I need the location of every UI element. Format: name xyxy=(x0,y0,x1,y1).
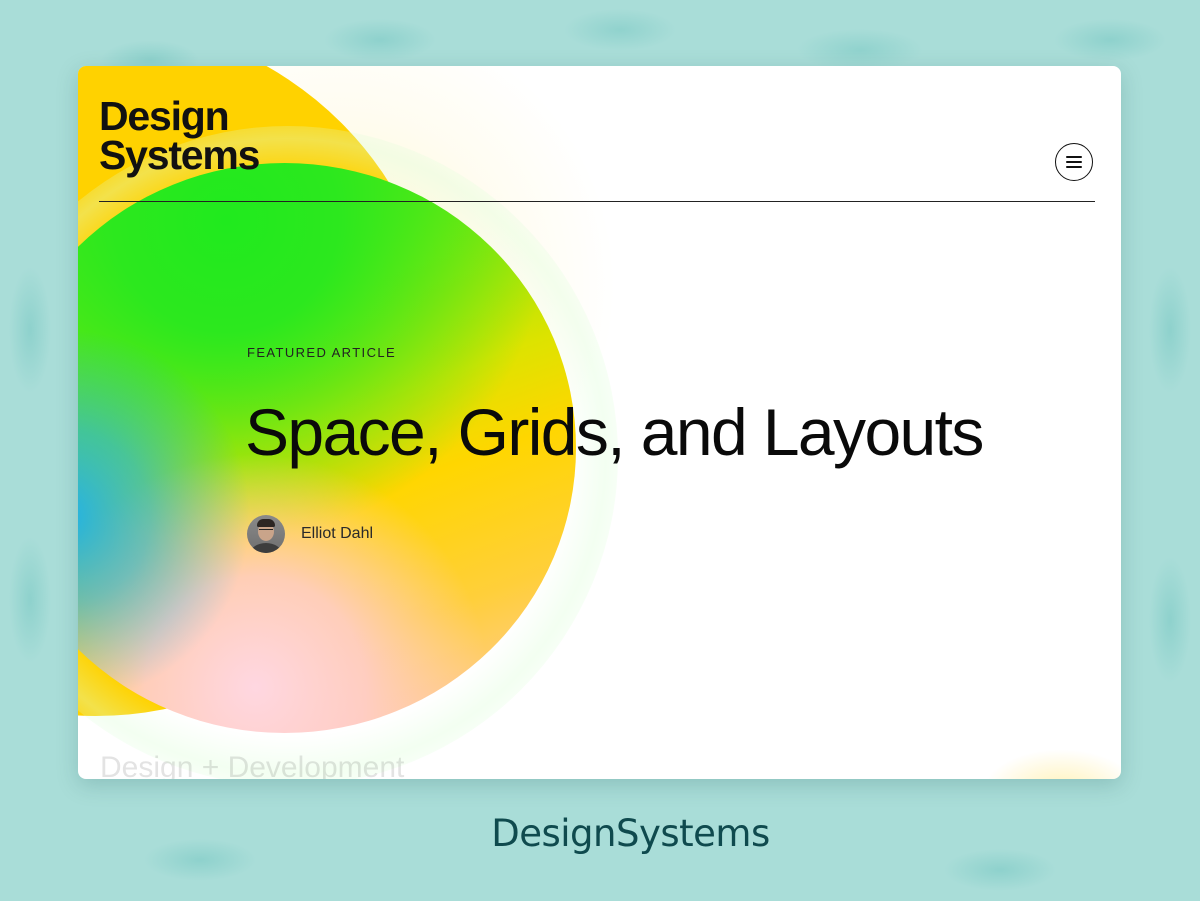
logo-line-2: Systems xyxy=(99,132,260,178)
next-section-heading: Design + Development xyxy=(100,751,405,779)
header-divider xyxy=(99,201,1095,202)
article-title[interactable]: Space, Grids, and Layouts xyxy=(245,392,984,472)
corner-glow xyxy=(981,749,1121,779)
author-name: Elliot Dahl xyxy=(301,525,374,542)
menu-button[interactable] xyxy=(1055,143,1093,181)
hamburger-icon xyxy=(1066,156,1082,168)
logo-line-1: Design xyxy=(99,93,230,139)
featured-label: FEATURED ARTICLE xyxy=(247,345,397,360)
caption-title: DesignSystems xyxy=(491,812,770,855)
site-logo[interactable]: Design Systems xyxy=(99,93,260,178)
avatar xyxy=(247,515,285,553)
author-byline[interactable]: Elliot Dahl xyxy=(247,515,373,553)
browser-window: Design Systems FEATURED ARTICLE Space, G… xyxy=(78,66,1121,779)
